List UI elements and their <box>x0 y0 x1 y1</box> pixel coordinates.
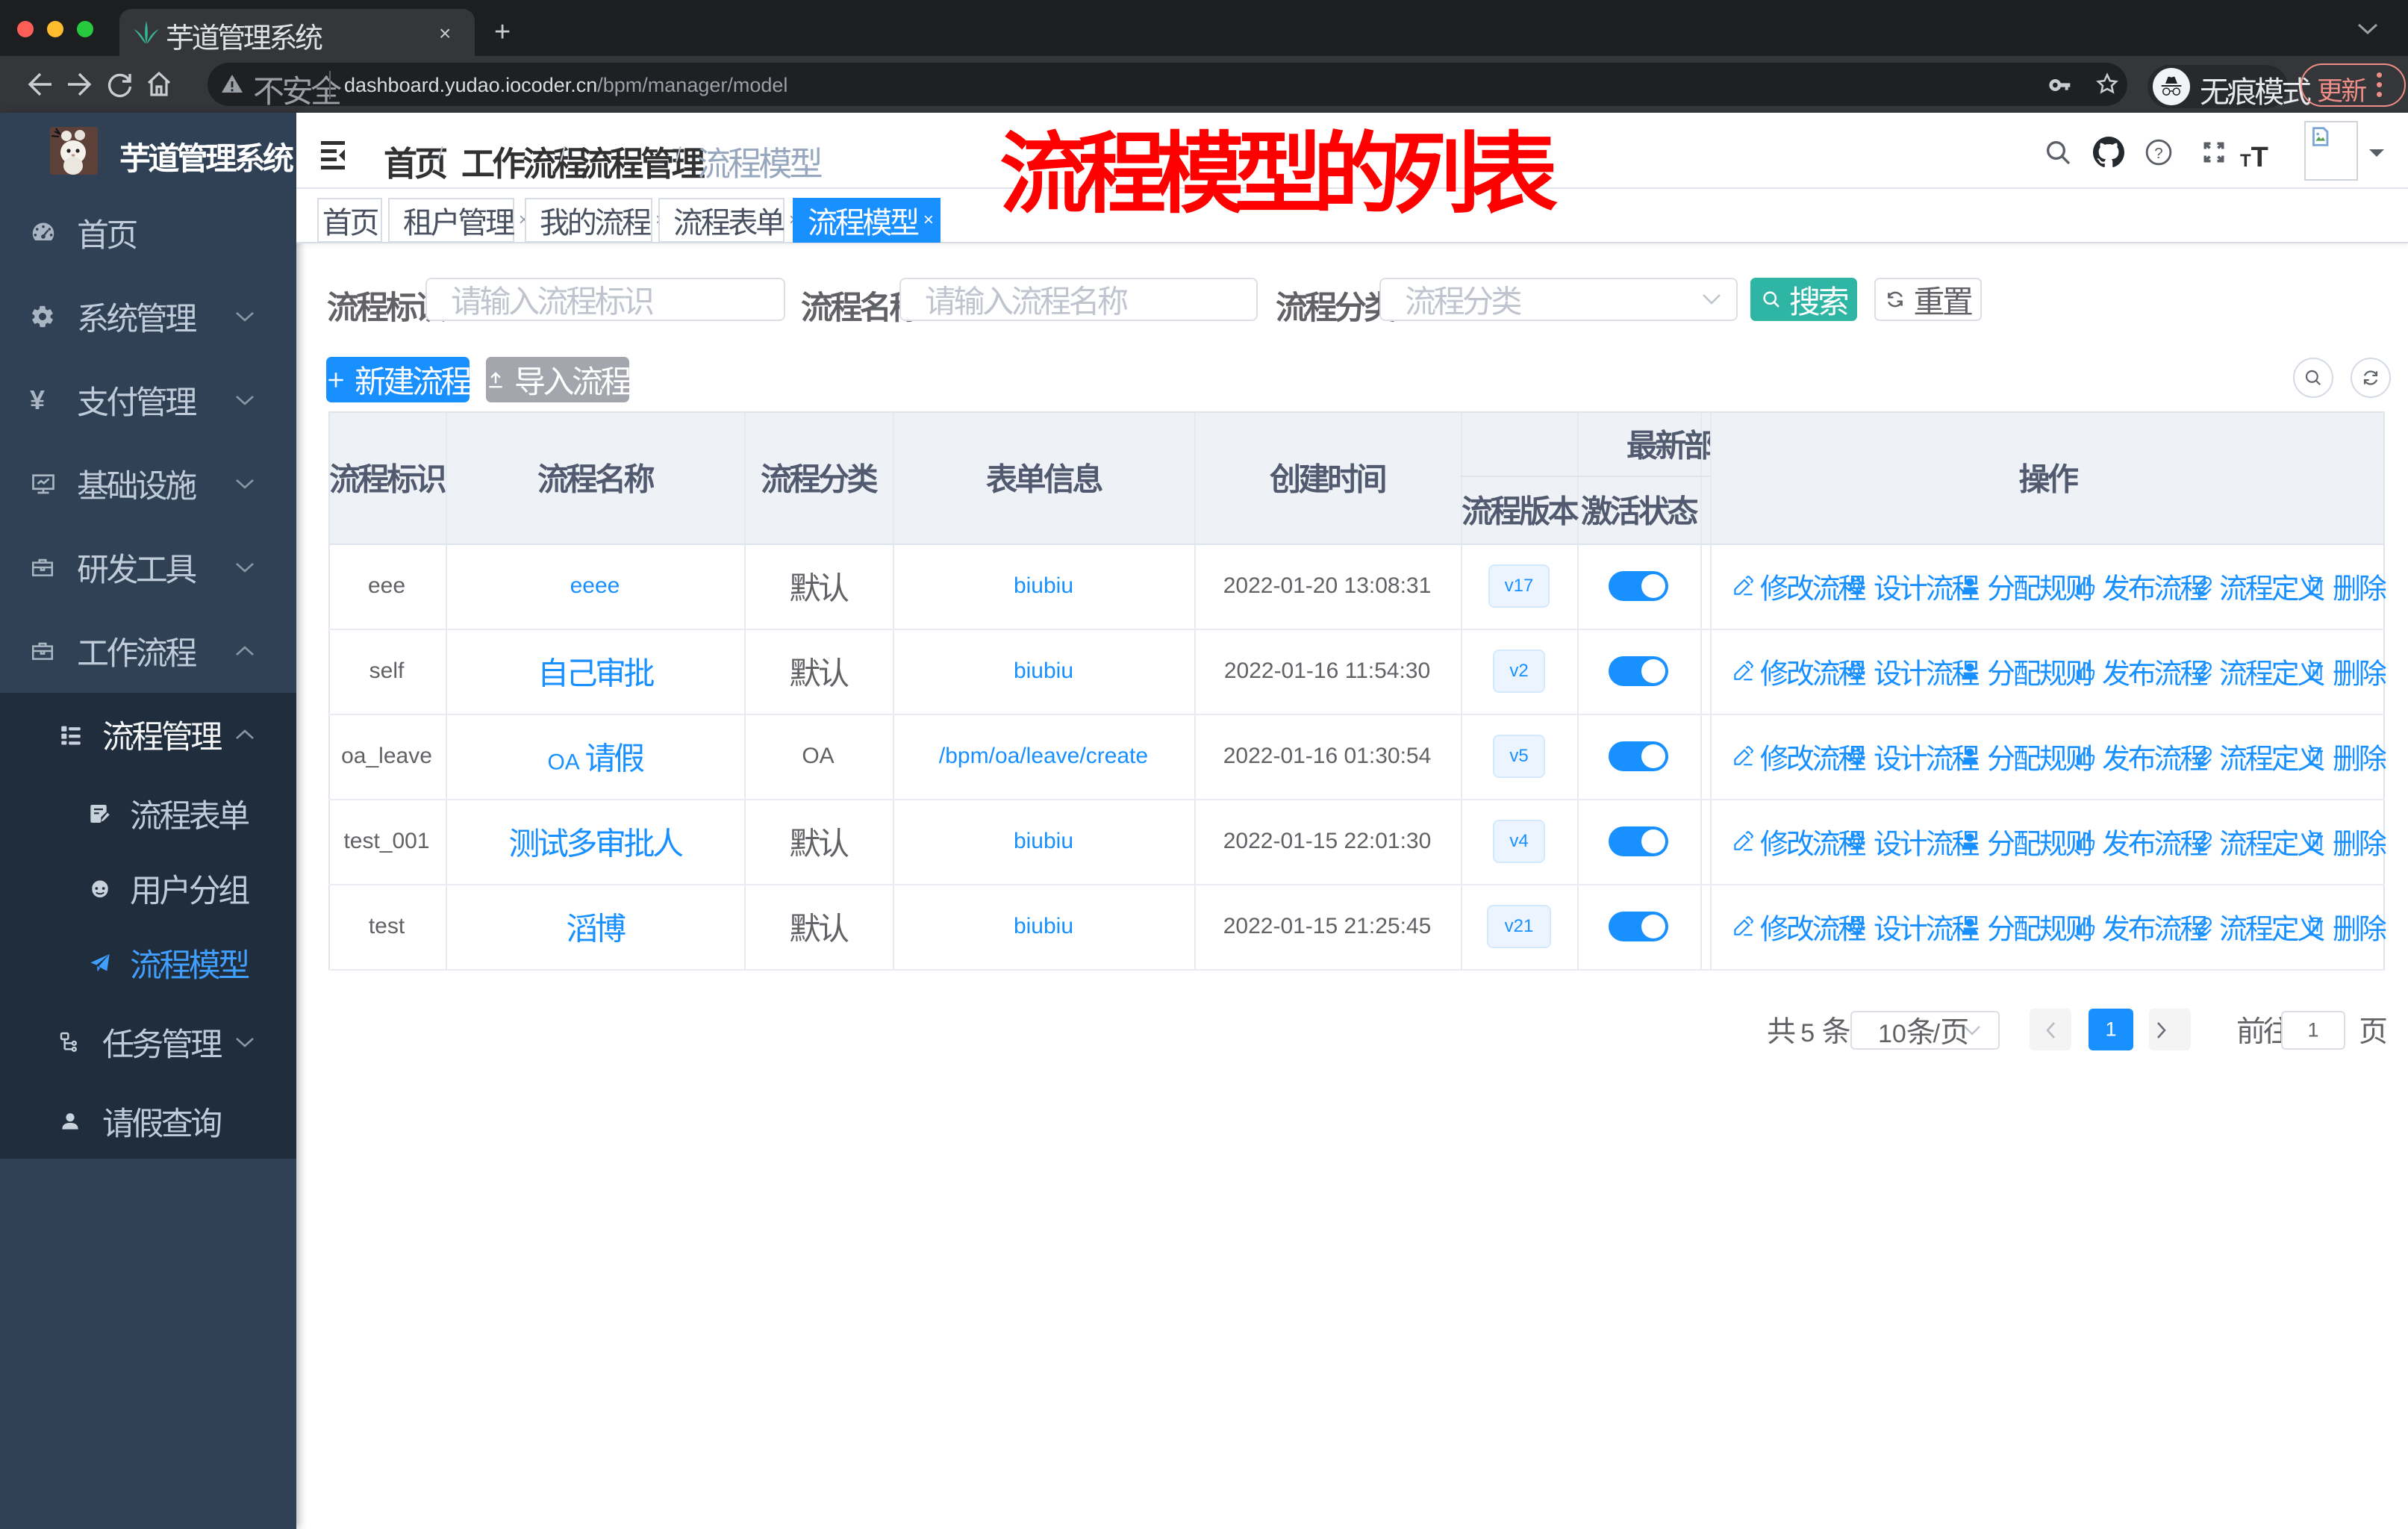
svg-text:?: ? <box>2154 145 2162 162</box>
